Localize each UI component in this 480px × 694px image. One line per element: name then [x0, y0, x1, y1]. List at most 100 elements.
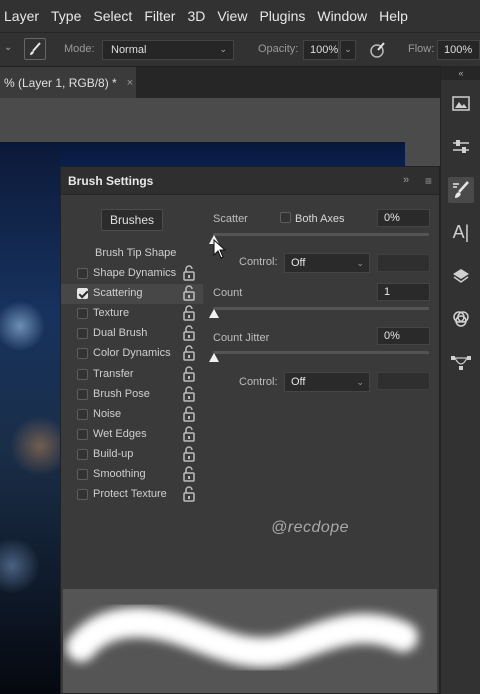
options-bar: ⌄ Mode: Normal ⌄ Opacity: 100% ⌄ Flow: 1…: [0, 32, 480, 66]
brush-option-checkbox[interactable]: [77, 308, 88, 320]
brush-settings-icon[interactable]: [448, 177, 474, 203]
watermark-text: @recdope: [271, 519, 350, 536]
count-jitter-value: 0%: [384, 330, 400, 342]
brush-option-label: Texture: [93, 307, 130, 320]
brush-option-item[interactable]: Noise: [61, 405, 203, 425]
brush-option-checkbox[interactable]: [77, 428, 88, 440]
count-jitter-slider-thumb[interactable]: [209, 353, 219, 362]
lock-icon[interactable]: [182, 426, 196, 442]
brush-option-label: Wet Edges: [93, 427, 147, 440]
menu-bar: Layer Type Select Filter 3D View Plugins…: [0, 0, 480, 32]
libraries-icon[interactable]: [448, 90, 474, 116]
both-axes-checkbox[interactable]: [280, 212, 291, 223]
adjustments-icon[interactable]: [448, 134, 474, 160]
menu-3d[interactable]: 3D: [181, 8, 211, 24]
scatter-label: Scatter: [213, 213, 248, 225]
brush-option-item[interactable]: Smoothing: [61, 465, 203, 485]
control-amount-field-1[interactable]: [377, 254, 430, 272]
brush-option-checkbox[interactable]: [77, 408, 88, 420]
brush-tip-shape-item[interactable]: Brush Tip Shape: [61, 244, 203, 264]
control-select-1[interactable]: Off ⌄: [284, 253, 370, 273]
lock-icon[interactable]: [182, 325, 196, 342]
mouse-cursor-icon: [213, 239, 227, 259]
brush-option-item[interactable]: Brush Pose: [61, 385, 203, 405]
brush-option-checkbox[interactable]: [77, 469, 88, 480]
channels-icon[interactable]: [448, 306, 474, 332]
brush-option-item[interactable]: Build-up: [61, 445, 203, 465]
count-jitter-slider-track[interactable]: [213, 351, 429, 354]
menu-help[interactable]: Help: [373, 8, 414, 24]
lock-icon[interactable]: [182, 265, 196, 281]
control-label-1: Control:: [239, 256, 278, 268]
collapse-panel-icon[interactable]: »: [403, 174, 409, 186]
lock-icon[interactable]: [182, 486, 196, 502]
chevron-down-icon[interactable]: ⌄: [4, 42, 12, 53]
brush-option-checkbox[interactable]: [77, 288, 88, 300]
brush-option-checkbox[interactable]: [77, 388, 88, 400]
count-slider-thumb[interactable]: [209, 309, 219, 318]
brush-option-label: Color Dynamics: [93, 347, 171, 360]
brush-option-item[interactable]: Texture: [61, 304, 203, 324]
opacity-label: Opacity:: [258, 43, 299, 55]
brush-option-checkbox[interactable]: [77, 368, 88, 380]
menu-view[interactable]: View: [211, 8, 253, 24]
brush-settings-panel: Brush Settings » ≡ Brushes Brush Tip Sha…: [60, 166, 440, 694]
chevron-down-icon[interactable]: ⌄: [340, 40, 356, 60]
menu-layer[interactable]: Layer: [0, 8, 45, 24]
brush-option-item[interactable]: Dual Brush: [61, 324, 203, 344]
menu-plugins[interactable]: Plugins: [253, 8, 311, 24]
city-photo: [0, 146, 60, 694]
panel-menu-icon[interactable]: ≡: [425, 174, 432, 188]
brush-stroke-preview: [63, 589, 437, 693]
character-icon[interactable]: A|: [448, 219, 474, 245]
lock-icon[interactable]: [182, 446, 196, 462]
lock-icon[interactable]: [182, 345, 196, 362]
lock-icon[interactable]: [182, 365, 196, 382]
scatter-value-field[interactable]: 0%: [377, 209, 430, 227]
menu-window[interactable]: Window: [311, 8, 373, 24]
lock-icon[interactable]: [182, 285, 196, 301]
close-icon[interactable]: ×: [127, 77, 133, 89]
menu-select[interactable]: Select: [87, 8, 138, 24]
count-jitter-value-field[interactable]: 0%: [377, 327, 430, 345]
document-tab[interactable]: % (Layer 1, RGB/8) * ×: [0, 67, 136, 99]
paths-icon[interactable]: [448, 349, 474, 375]
flow-field[interactable]: 100%: [437, 40, 480, 60]
control-label-2: Control:: [239, 376, 278, 388]
control-amount-field-2[interactable]: [377, 372, 430, 390]
brush-option-checkbox[interactable]: [77, 348, 88, 360]
chevron-down-icon: ⌄: [356, 258, 364, 268]
mode-select[interactable]: Normal ⌄: [102, 40, 234, 60]
lock-icon[interactable]: [182, 385, 196, 402]
brush-option-item[interactable]: Color Dynamics: [61, 344, 203, 364]
lock-icon[interactable]: [182, 406, 196, 422]
lock-icon[interactable]: [182, 305, 196, 321]
opacity-value: 100%: [310, 44, 339, 56]
brush-option-checkbox[interactable]: [77, 448, 88, 460]
brush-option-checkbox[interactable]: [77, 489, 88, 501]
brush-option-item[interactable]: Shape Dynamics: [61, 264, 203, 284]
brushes-button[interactable]: Brushes: [101, 209, 163, 231]
city-photo-strip: [0, 142, 405, 166]
brush-option-item[interactable]: Transfer: [61, 365, 203, 385]
opacity-field[interactable]: 100%: [303, 40, 339, 60]
brush-option-checkbox[interactable]: [77, 268, 88, 279]
pressure-opacity-icon[interactable]: [368, 40, 388, 63]
count-value-field[interactable]: 1: [377, 283, 430, 301]
control-select-2[interactable]: Off ⌄: [284, 372, 370, 392]
collapse-dock-icon[interactable]: «: [441, 66, 480, 80]
brush-option-item[interactable]: Scattering: [61, 284, 203, 305]
brush-option-checkbox[interactable]: [77, 328, 88, 340]
brush-preset-icon[interactable]: [24, 38, 46, 60]
brush-option-item[interactable]: Wet Edges: [61, 425, 203, 445]
layers-icon[interactable]: [448, 263, 474, 289]
brush-option-label: Dual Brush: [93, 327, 148, 340]
panel-title: Brush Settings: [68, 174, 154, 188]
lock-icon[interactable]: [182, 466, 196, 482]
menu-type[interactable]: Type: [45, 8, 87, 24]
scatter-slider-track[interactable]: [213, 233, 429, 236]
count-slider-track[interactable]: [213, 307, 429, 310]
brush-option-item[interactable]: Protect Texture: [61, 485, 203, 505]
brush-option-label: Shape Dynamics: [93, 267, 177, 279]
menu-filter[interactable]: Filter: [138, 8, 181, 24]
